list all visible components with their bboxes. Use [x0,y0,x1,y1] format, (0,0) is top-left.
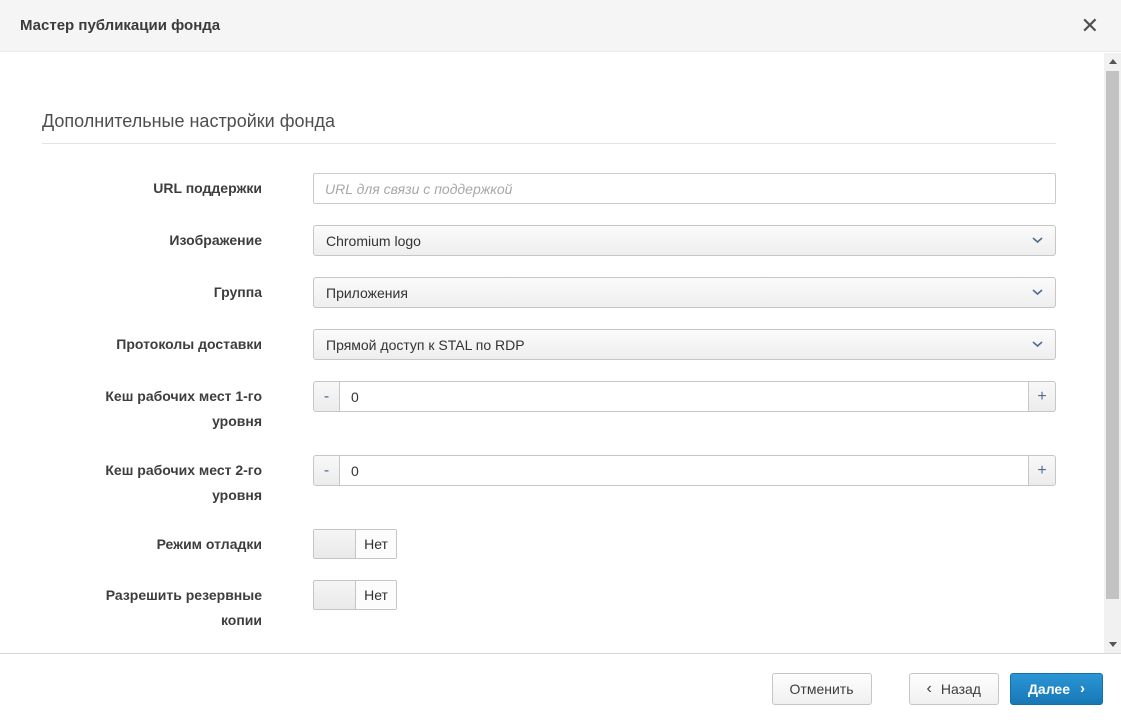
form-row-group: Группа Приложения [42,277,1104,308]
scroll-up-button[interactable] [1104,53,1121,70]
cancel-button[interactable]: Отменить [772,673,872,705]
section-divider [42,143,1056,144]
chevron-down-icon [1032,341,1043,348]
support-url-label: URL поддержки [87,173,262,201]
decrement-button[interactable]: - [313,381,340,412]
toggle-state-label: Нет [356,581,396,609]
toggle-knob [314,530,356,558]
cache-level2-input[interactable] [340,455,1029,486]
scroll-thumb[interactable] [1106,71,1119,599]
form-row-support-url: URL поддержки [42,173,1104,204]
dialog-content: Дополнительные настройки фонда URL подде… [0,52,1104,653]
support-url-input[interactable] [313,173,1056,204]
triangle-up-icon [1109,59,1117,64]
form-row-image: Изображение Chromium logo [42,225,1104,256]
cache-level2-spinner: - + [313,455,1056,486]
chevron-down-icon [1032,289,1043,296]
delivery-protocols-select[interactable]: Прямой доступ к STAL по RDP [313,329,1056,360]
back-button[interactable]: ‹ Назад [909,673,999,705]
image-label: Изображение [87,225,262,253]
decrement-button[interactable]: - [313,455,340,486]
cache-level1-input[interactable] [340,381,1029,412]
triangle-down-icon [1109,642,1117,647]
debug-mode-toggle[interactable]: Нет [313,529,397,559]
allow-backups-label: Разрешить резервные копии [87,580,262,633]
settings-form: URL поддержки Изображение Chromium logo [42,173,1104,633]
group-label: Группа [87,277,262,305]
group-select[interactable]: Приложения [313,277,1056,308]
dialog-title: Мастер публикации фонда [20,17,220,34]
group-control: Приложения [313,277,1056,308]
increment-button[interactable]: + [1029,455,1056,486]
toggle-knob [314,581,356,609]
cancel-button-label: Отменить [790,681,854,697]
close-icon[interactable]: ✕ [1081,15,1099,37]
chevron-down-icon [1032,237,1043,244]
wizard-dialog: Мастер публикации фонда ✕ Дополнительные… [0,0,1121,723]
dialog-footer: Отменить ‹ Назад Далее › [0,653,1121,723]
debug-mode-label: Режим отладки [87,529,262,557]
back-button-label: Назад [941,681,981,697]
chevron-left-icon: ‹ [927,681,932,697]
scroll-down-button[interactable] [1104,636,1121,653]
delivery-protocols-control: Прямой доступ к STAL по RDP [313,329,1056,360]
increment-button[interactable]: + [1029,381,1056,412]
group-selected-value: Приложения [326,285,1032,301]
delivery-protocols-label: Протоколы доставки [87,329,262,357]
form-row-cache-level2: Кеш рабочих мест 2-го уровня - + [42,455,1104,508]
form-row-debug-mode: Режим отладки Нет [42,529,1104,559]
allow-backups-toggle[interactable]: Нет [313,580,397,610]
cache-level2-control: - + [313,455,1056,486]
cache-level1-label: Кеш рабочих мест 1-го уровня [87,381,262,434]
next-button-label: Далее [1028,681,1070,697]
cache-level2-label: Кеш рабочих мест 2-го уровня [87,455,262,508]
image-selected-value: Chromium logo [326,233,1032,249]
next-button[interactable]: Далее › [1010,673,1103,705]
section-title: Дополнительные настройки фонда [42,111,1104,132]
form-row-allow-backups: Разрешить резервные копии Нет [42,580,1104,633]
toggle-state-label: Нет [356,530,396,558]
scrollbar[interactable] [1104,53,1121,653]
support-url-control [313,173,1056,204]
form-row-cache-level1: Кеш рабочих мест 1-го уровня - + [42,381,1104,434]
cache-level1-control: - + [313,381,1056,412]
chevron-right-icon: › [1080,681,1085,696]
form-row-delivery-protocols: Протоколы доставки Прямой доступ к STAL … [42,329,1104,360]
image-select[interactable]: Chromium logo [313,225,1056,256]
cache-level1-spinner: - + [313,381,1056,412]
allow-backups-control: Нет [313,580,1056,610]
dialog-header: Мастер публикации фонда ✕ [0,0,1121,52]
debug-mode-control: Нет [313,529,1056,559]
delivery-protocols-selected-value: Прямой доступ к STAL по RDP [326,337,1032,353]
image-control: Chromium logo [313,225,1056,256]
